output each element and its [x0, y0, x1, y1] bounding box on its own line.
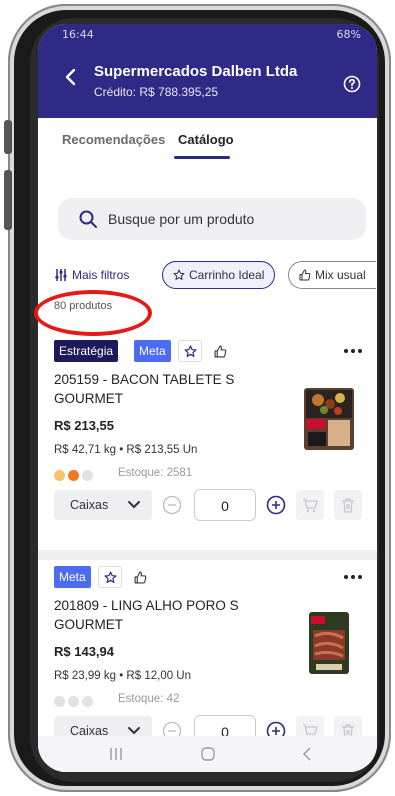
like-button[interactable] — [128, 566, 152, 588]
favorite-button[interactable] — [98, 566, 122, 588]
add-to-cart-button[interactable] — [296, 490, 324, 520]
thumbs-up-icon — [134, 571, 147, 584]
status-time: 16:44 — [62, 28, 94, 41]
product-unit-price: R$ 42,71 kg • R$ 213,55 Un — [54, 444, 198, 456]
star-icon — [184, 345, 197, 357]
search-placeholder: Busque por um produto — [108, 211, 255, 227]
stock-indicator — [54, 694, 96, 707]
android-nav-bar — [38, 736, 377, 772]
card-divider — [38, 550, 377, 560]
product-unit-price: R$ 23,99 kg • R$ 12,00 Un — [54, 670, 192, 682]
badge-estrategia: Estratégia — [54, 340, 119, 362]
chevron-down-icon — [128, 501, 140, 509]
stock-dot — [68, 470, 79, 481]
quantity-input[interactable]: 0 — [194, 489, 256, 521]
volume-down-button — [4, 170, 12, 230]
status-bar: 16:44 68% — [38, 24, 377, 44]
chevron-down-icon — [128, 727, 140, 735]
volume-up-button — [4, 120, 12, 154]
tab-recomendacoes[interactable]: Recomendações — [62, 132, 165, 147]
app-screen: 16:44 68% Supermercados Dalben Ltda Créd… — [38, 24, 377, 772]
thumbs-up-icon — [299, 269, 311, 281]
package-select[interactable]: Caixas — [54, 490, 152, 520]
more-options-icon[interactable] — [343, 574, 363, 580]
tab-catalogo[interactable]: Catálogo — [178, 132, 234, 147]
decrease-quantity-icon[interactable] — [162, 495, 182, 515]
nav-back-icon[interactable] — [300, 746, 316, 762]
catalog-content: Busque por um produto Mais filtros Carri… — [38, 160, 377, 772]
package-select-value: Caixas — [70, 498, 109, 512]
stock-dot — [82, 696, 93, 707]
stock-indicator — [54, 468, 96, 481]
product-price: R$ 213,55 — [54, 418, 114, 433]
back-arrow-icon[interactable] — [62, 68, 80, 86]
product-price: R$ 143,94 — [54, 644, 114, 659]
badge-meta: Meta — [134, 340, 171, 362]
company-name: Supermercados Dalben Ltda — [94, 63, 298, 80]
product-name: 201809 - LING ALHO PORO S GOURMET — [54, 598, 239, 632]
tab-bar: Recomendações Catálogo — [38, 118, 377, 160]
stock-dot — [68, 696, 79, 707]
app-header: 16:44 68% Supermercados Dalben Ltda Créd… — [38, 24, 377, 118]
stock-dot — [54, 470, 65, 481]
stock-text: Estoque: 2581 — [118, 467, 193, 479]
star-icon — [104, 571, 117, 583]
active-tab-indicator — [174, 156, 230, 159]
chip-mix-usual[interactable]: Mix usual — [288, 261, 376, 289]
stock-dot — [54, 696, 65, 707]
search-icon — [79, 210, 97, 228]
search-input[interactable]: Busque por um produto — [58, 198, 366, 240]
red-highlight-circle — [34, 290, 152, 336]
battery-level: 68% — [336, 28, 361, 41]
badge-meta: Meta — [54, 566, 91, 588]
chip-label: Carrinho Ideal — [189, 268, 265, 282]
chip-carrinho-ideal[interactable]: Carrinho Ideal — [162, 261, 276, 289]
filter-row: Mais filtros Carrinho Ideal Mix usual — [38, 260, 377, 292]
home-icon[interactable] — [200, 746, 216, 762]
more-filters-button[interactable]: Mais filtros — [54, 268, 129, 282]
stock-text: Estoque: 42 — [118, 693, 180, 705]
more-options-icon[interactable] — [343, 348, 363, 354]
credit-balance: Crédito: R$ 788.395,25 — [94, 85, 219, 99]
increase-quantity-icon[interactable] — [266, 495, 286, 515]
like-button[interactable] — [208, 340, 232, 362]
sliders-icon — [55, 269, 67, 281]
trash-icon — [342, 498, 354, 513]
stock-dot — [82, 470, 93, 481]
product-name: 205159 - BACON TABLETE S GOURMET — [54, 372, 235, 406]
product-card: Estratégia Meta 205159 - BACON TABLETE S… — [38, 328, 377, 550]
more-filters-label: Mais filtros — [72, 268, 130, 282]
chip-label: Mix usual — [315, 268, 366, 282]
thumbs-up-icon — [214, 345, 227, 358]
product-image — [309, 612, 349, 674]
help-icon[interactable] — [343, 75, 361, 93]
cart-icon — [303, 498, 318, 513]
favorite-button[interactable] — [178, 340, 202, 362]
remove-button[interactable] — [334, 490, 362, 520]
star-icon — [173, 269, 185, 280]
recent-apps-icon[interactable] — [108, 746, 124, 762]
product-image — [304, 388, 354, 450]
